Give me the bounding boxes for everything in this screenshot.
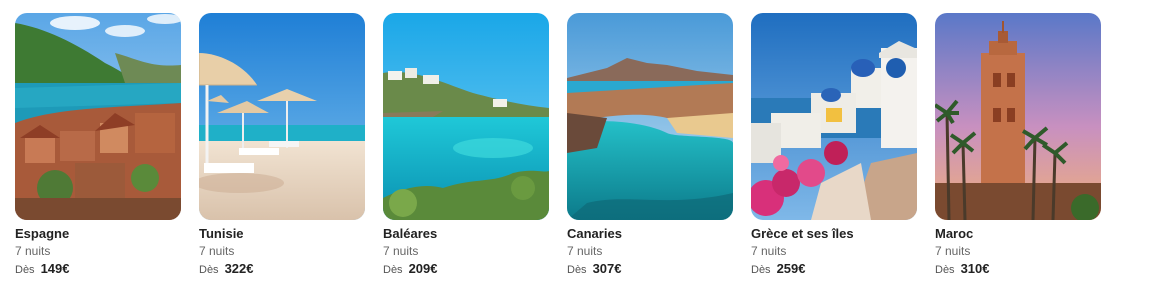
destinations-row: Espagne 7 nuits Dès 149€ Tunisie 7 nuits… bbox=[15, 13, 1101, 278]
destination-price: 307€ bbox=[592, 261, 622, 276]
destination-price: 322€ bbox=[224, 261, 254, 276]
from-label: Dès bbox=[199, 264, 219, 276]
destination-card-grece[interactable]: Grèce et ses îles 7 nuits Dès 259€ bbox=[751, 13, 917, 278]
destination-image-espagne[interactable] bbox=[15, 13, 181, 220]
destination-image-canaries[interactable] bbox=[567, 13, 733, 220]
from-label: Dès bbox=[15, 264, 35, 276]
destination-price: 310€ bbox=[960, 261, 990, 276]
destination-image-tunisie[interactable] bbox=[199, 13, 365, 220]
destination-name[interactable]: Canaries bbox=[567, 226, 733, 242]
destination-name[interactable]: Espagne bbox=[15, 226, 181, 242]
from-label: Dès bbox=[935, 264, 955, 276]
destination-image-baleares[interactable] bbox=[383, 13, 549, 220]
destination-card-espagne[interactable]: Espagne 7 nuits Dès 149€ bbox=[15, 13, 181, 278]
from-label: Dès bbox=[383, 264, 403, 276]
destination-name[interactable]: Maroc bbox=[935, 226, 1101, 242]
destination-card-baleares[interactable]: Baléares 7 nuits Dès 209€ bbox=[383, 13, 549, 278]
destination-price: 209€ bbox=[408, 261, 438, 276]
destination-nights: 7 nuits bbox=[751, 244, 787, 258]
destination-price: 259€ bbox=[776, 261, 806, 276]
destination-name[interactable]: Tunisie bbox=[199, 226, 365, 242]
from-label: Dès bbox=[567, 264, 587, 276]
destination-nights: 7 nuits bbox=[567, 244, 603, 258]
destination-price-line: Dès 322€ bbox=[199, 261, 365, 278]
destination-card-maroc[interactable]: Maroc 7 nuits Dès 310€ bbox=[935, 13, 1101, 278]
destination-price-line: Dès 209€ bbox=[383, 261, 549, 278]
destination-name[interactable]: Grèce et ses îles bbox=[751, 226, 917, 242]
destination-nights: 7 nuits bbox=[199, 244, 235, 258]
destination-card-canaries[interactable]: Canaries 7 nuits Dès 307€ bbox=[567, 13, 733, 278]
destination-image-grece[interactable] bbox=[751, 13, 917, 220]
destination-card-tunisie[interactable]: Tunisie 7 nuits Dès 322€ bbox=[199, 13, 365, 278]
destination-price-line: Dès 307€ bbox=[567, 261, 733, 278]
destination-nights: 7 nuits bbox=[935, 244, 971, 258]
destination-price-line: Dès 310€ bbox=[935, 261, 1101, 278]
from-label: Dès bbox=[751, 264, 771, 276]
destination-image-maroc[interactable] bbox=[935, 13, 1101, 220]
destination-price-line: Dès 259€ bbox=[751, 261, 917, 278]
destination-nights: 7 nuits bbox=[383, 244, 419, 258]
destination-nights: 7 nuits bbox=[15, 244, 51, 258]
destination-price: 149€ bbox=[40, 261, 70, 276]
destination-name[interactable]: Baléares bbox=[383, 226, 549, 242]
destination-price-line: Dès 149€ bbox=[15, 261, 181, 278]
